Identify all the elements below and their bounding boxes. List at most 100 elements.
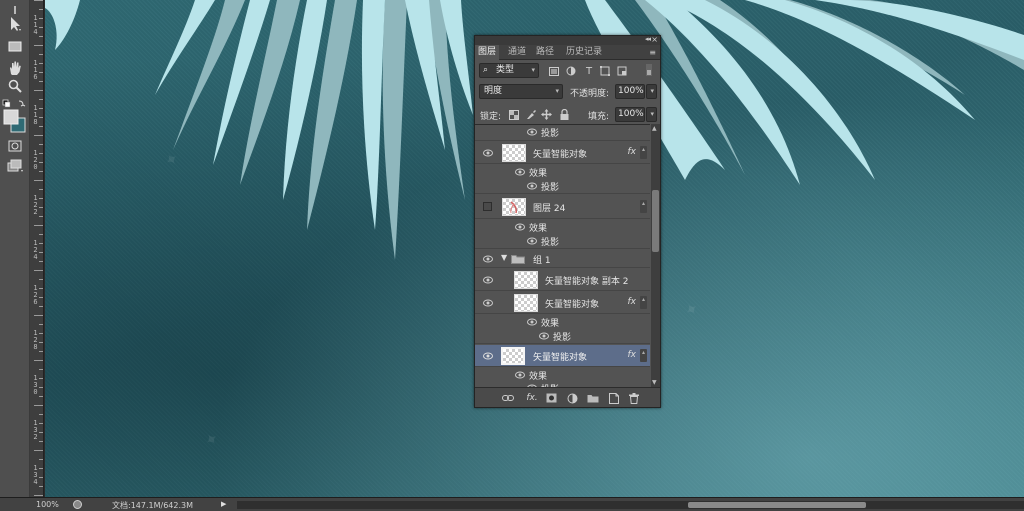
smart-object-filter-icon[interactable]: [616, 65, 628, 77]
ruler-tick: [39, 387, 43, 388]
layer-name[interactable]: 矢量智能对象: [533, 147, 587, 160]
status-menu-arrow-icon[interactable]: ▶: [221, 500, 226, 508]
tab-channels[interactable]: 通道: [505, 45, 529, 60]
layer-effects-label: 效果: [529, 224, 548, 234]
layer-row[interactable]: 矢量智能对象 副本 2: [475, 269, 650, 291]
tab-history[interactable]: 历史记录: [563, 45, 605, 60]
group-row[interactable]: ▼ 组 1: [475, 250, 650, 268]
eye-icon[interactable]: [483, 276, 493, 284]
eye-icon[interactable]: [483, 149, 493, 157]
layer-row[interactable]: 矢量智能对象 fx ▴: [475, 292, 650, 314]
layer-name[interactable]: 矢量智能对象: [545, 297, 599, 310]
ruler-tick: [39, 351, 43, 352]
ruler-tick: [39, 486, 43, 487]
panel-title-bar[interactable]: ◂◂ ×: [475, 35, 660, 45]
screen-mode-icon[interactable]: [5, 156, 25, 176]
eye-icon[interactable]: [515, 223, 525, 231]
layer-row[interactable]: 矢量智能对象 fx ▴: [475, 140, 650, 164]
ruler-tick: [39, 36, 43, 37]
rectangle-tool-icon[interactable]: [5, 36, 25, 56]
fx-icon[interactable]: fx: [628, 297, 637, 307]
layer-name[interactable]: 矢量智能对象: [533, 350, 587, 363]
layer-row-selected[interactable]: 矢量智能对象 fx ▴: [475, 345, 650, 367]
eye-icon[interactable]: [527, 318, 537, 326]
eye-icon[interactable]: [527, 237, 537, 245]
eye-icon[interactable]: [515, 168, 525, 176]
horizontal-scrollbar[interactable]: [237, 501, 1024, 509]
foreground-background-color-icon[interactable]: [3, 108, 27, 134]
zoom-tool-icon[interactable]: [5, 76, 25, 96]
hand-tool-icon[interactable]: [5, 58, 25, 78]
tab-paths[interactable]: 路径: [533, 45, 557, 60]
blend-mode-select[interactable]: 明度 ▾: [479, 84, 563, 99]
eye-icon[interactable]: [515, 371, 525, 379]
group-name[interactable]: 组 1: [533, 253, 551, 266]
expand-effects-icon[interactable]: ▴: [640, 296, 647, 309]
opacity-input[interactable]: 100%: [615, 84, 645, 99]
visibility-toggle[interactable]: [483, 202, 492, 211]
layer-effects-group-row[interactable]: 效果: [475, 368, 650, 382]
layer-effects-group-row[interactable]: 效果: [475, 220, 650, 234]
expand-effects-icon[interactable]: ▴: [640, 146, 647, 159]
layer-effects-group-row[interactable]: 效果: [475, 315, 650, 329]
eye-icon[interactable]: [483, 255, 493, 263]
layer-name[interactable]: 图层 24: [533, 201, 565, 214]
layer-effect-row[interactable]: 投影: [475, 329, 650, 344]
eye-icon[interactable]: [527, 182, 537, 190]
eye-icon[interactable]: [539, 332, 549, 340]
fx-icon[interactable]: fx.: [524, 392, 540, 404]
layers-scrollbar[interactable]: ▲ ▼: [651, 124, 660, 387]
expand-effects-icon[interactable]: ▴: [640, 349, 647, 362]
layers-scroll-thumb[interactable]: [652, 190, 659, 252]
eye-icon[interactable]: [483, 352, 493, 360]
lock-image-icon[interactable]: [525, 109, 536, 120]
fx-icon[interactable]: fx: [628, 147, 637, 157]
layer-row[interactable]: 图层 24 ▴: [475, 195, 650, 219]
eye-icon[interactable]: [483, 299, 493, 307]
adjustment-icon[interactable]: [566, 392, 578, 404]
link-icon[interactable]: [502, 392, 514, 404]
eye-icon[interactable]: [527, 128, 537, 136]
disclosure-triangle-icon[interactable]: ▼: [501, 253, 507, 262]
ruler-tick: [39, 207, 43, 208]
layer-effect-row[interactable]: 投影: [475, 179, 650, 194]
shape-filter-icon[interactable]: [599, 65, 611, 77]
path-selection-tool-icon[interactable]: [5, 14, 25, 34]
fill-input[interactable]: 100%: [615, 107, 645, 122]
layer-effects-group-row[interactable]: 效果: [475, 165, 650, 179]
trash-icon[interactable]: [628, 392, 640, 404]
collapse-icon[interactable]: ◂◂: [645, 35, 651, 43]
type-filter-icon[interactable]: T: [583, 65, 595, 77]
layer-filter-select[interactable]: ⌕ 类型 ▾: [479, 63, 539, 78]
tab-layers[interactable]: 图层: [475, 45, 500, 60]
lock-position-icon[interactable]: [541, 109, 552, 120]
scroll-down-icon[interactable]: ▼: [652, 379, 657, 386]
filter-toggle-icon[interactable]: [645, 63, 653, 77]
panel-menu-icon[interactable]: ≡: [649, 48, 656, 57]
lock-transparent-icon[interactable]: [508, 109, 519, 120]
ruler-tick: [39, 324, 43, 325]
pixel-filter-icon[interactable]: [548, 65, 560, 77]
chevron-down-icon: ▾: [555, 87, 559, 95]
opacity-dropdown[interactable]: ▾: [646, 84, 657, 99]
mask-icon[interactable]: [545, 392, 557, 404]
layer-effect-row[interactable]: 投影: [475, 125, 650, 139]
layer-name[interactable]: 矢量智能对象 副本 2: [545, 274, 628, 287]
expand-effects-icon[interactable]: ▴: [640, 200, 647, 213]
new-layer-icon[interactable]: [608, 392, 620, 404]
folder-icon[interactable]: [587, 392, 599, 404]
quick-mask-icon[interactable]: [5, 136, 25, 156]
ruler-tick: [39, 306, 43, 307]
fill-dropdown[interactable]: ▾: [646, 107, 657, 122]
fx-icon[interactable]: fx: [628, 350, 637, 360]
horizontal-scroll-thumb[interactable]: [688, 502, 866, 508]
zoom-level[interactable]: 100%: [36, 500, 59, 509]
adjustment-filter-icon[interactable]: [565, 65, 577, 77]
layer-effect-row[interactable]: 投影: [475, 234, 650, 249]
close-icon[interactable]: ×: [651, 35, 658, 44]
document-profile-icon[interactable]: [73, 500, 82, 509]
lock-all-icon[interactable]: [559, 109, 570, 120]
scroll-up-icon[interactable]: ▲: [652, 125, 657, 132]
ruler-tick: [34, 90, 43, 91]
ruler-tick: [39, 216, 43, 217]
